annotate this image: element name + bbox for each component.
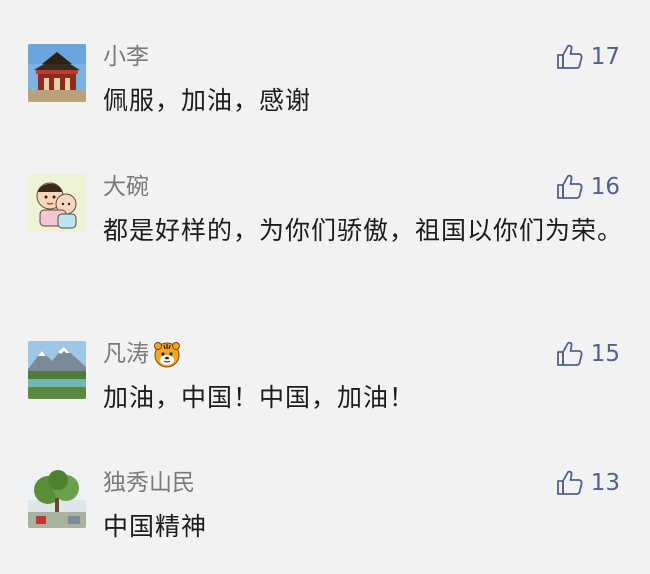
avatar-tree-courtyard-icon[interactable] bbox=[28, 470, 86, 528]
like-button[interactable]: 16 bbox=[555, 170, 620, 204]
comment-text: 都是好样的，为你们骄傲，祖国以你们为荣。 bbox=[103, 216, 624, 245]
commenter-name[interactable]: 凡涛 bbox=[103, 339, 149, 369]
like-count: 16 bbox=[590, 174, 620, 200]
thumbs-up-icon[interactable] bbox=[555, 172, 585, 202]
thumbs-up-icon[interactable] bbox=[555, 42, 585, 72]
comment-text: 佩服，加油，感谢 bbox=[103, 86, 312, 115]
avatar-temple-icon[interactable] bbox=[28, 44, 86, 102]
like-count: 17 bbox=[590, 44, 620, 70]
commenter-name[interactable]: 独秀山民 bbox=[103, 468, 195, 498]
avatar-cartoon-kids-icon[interactable] bbox=[28, 174, 86, 232]
commenter-name[interactable]: 小李 bbox=[103, 42, 149, 72]
thumbs-up-icon[interactable] bbox=[555, 468, 585, 498]
like-button[interactable]: 15 bbox=[555, 337, 620, 371]
like-count: 13 bbox=[590, 470, 620, 496]
comment-text: 中国精神 bbox=[103, 512, 208, 541]
thumbs-up-icon[interactable] bbox=[555, 339, 585, 369]
tiger-emoji-icon bbox=[153, 340, 181, 368]
avatar-mountain-lake-icon[interactable] bbox=[28, 341, 86, 399]
comment-text: 加油，中国！中国，加油！ bbox=[103, 383, 416, 412]
like-count: 15 bbox=[590, 341, 620, 367]
like-button[interactable]: 13 bbox=[555, 466, 620, 500]
like-button[interactable]: 17 bbox=[555, 40, 620, 74]
commenter-name[interactable]: 大碗 bbox=[103, 172, 149, 202]
